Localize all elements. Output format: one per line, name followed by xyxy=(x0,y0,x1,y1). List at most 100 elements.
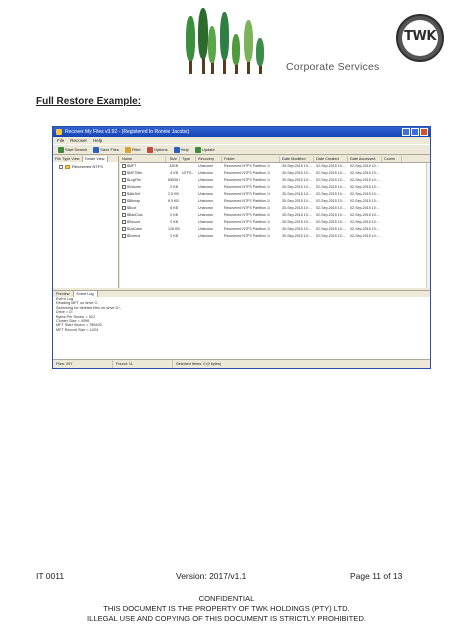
cell-text: 02-Sep-2015 10:... xyxy=(350,185,380,189)
cell-text: $MFT xyxy=(127,164,137,168)
cell-text: 30-Sep-2015 10:... xyxy=(282,178,312,182)
table-cell: Recovered NTFS Partition 1\ xyxy=(222,205,280,212)
toolbar-button-label: Filter xyxy=(131,147,141,152)
toolbar-button-label: Update xyxy=(201,147,215,152)
checkbox-icon xyxy=(122,191,126,196)
menu-recover: Recover xyxy=(70,138,88,143)
cell-text: 4 KB xyxy=(170,171,178,175)
table-cell: NTFS... xyxy=(180,170,196,177)
cell-text: 02-Sep-2015 10:... xyxy=(350,199,380,203)
table-cell: 02-Sep-2015 10:... xyxy=(348,163,382,170)
cell-text: Unknown xyxy=(198,234,213,238)
table-cell: Unknown xyxy=(196,184,222,191)
column-header: Date Modified xyxy=(280,156,314,162)
table-cell: 02-Sep-2015 10:... xyxy=(314,198,348,205)
table-cell: Unknown xyxy=(196,233,222,240)
cell-text: 32KB xyxy=(169,164,178,168)
cell-text: 0 KB xyxy=(170,220,178,224)
status-files: Files: 297 xyxy=(53,360,113,368)
cell-text: Recovered NTFS Partition 1\ xyxy=(224,234,270,238)
toolbar-button-save-files: Save Files xyxy=(91,146,121,154)
save-icon xyxy=(93,146,100,153)
cell-text: 02-Sep-2015 10:... xyxy=(350,171,380,175)
cell-text: 30-Sep-2015 10:... xyxy=(282,199,312,203)
cell-text: Unknown xyxy=(198,213,213,217)
table-cell: 02-Sep-2015 10:... xyxy=(348,170,382,177)
table-cell: 02-Sep-2015 10:... xyxy=(314,212,348,219)
footer-doc-id: IT 0011 xyxy=(36,571,65,581)
column-header: Recovery xyxy=(196,156,222,162)
cell-text: Unknown xyxy=(198,227,213,231)
log-lines: Event Log Reading MFT on drive C: Searchin… xyxy=(53,297,430,332)
cell-text: Recovered NTFS Partition 1\ xyxy=(224,171,270,175)
table-cell: Recovered NTFS Partition 1\ xyxy=(222,177,280,184)
table-cell: 02-Sep-2015 10:... xyxy=(314,163,348,170)
table-cell: $UpCase xyxy=(120,226,166,233)
table-cell: 0 KB xyxy=(166,184,180,191)
update-icon xyxy=(194,146,201,153)
cell-text: Unknown xyxy=(198,199,213,203)
toolbar-button-label: Start Search xyxy=(65,147,88,152)
column-header: Date Accessed xyxy=(348,156,382,162)
cell-text: Recovered NTFS Partition 1\ xyxy=(224,213,270,217)
table-cell: Unknown xyxy=(196,219,222,226)
toolbar-button-label: Options xyxy=(153,147,168,152)
checkbox-icon xyxy=(122,184,126,189)
table-cell: 02-Sep-2015 10:... xyxy=(348,198,382,205)
content-panes: File Type View Folder View Recovered NTF… xyxy=(53,156,430,288)
cell-text: Recovered NTFS Partition 1\ xyxy=(224,164,270,168)
grid-header: Name Size Type Recovery Folder Date Modified D… xyxy=(120,156,430,163)
cell-text: 30-Sep-2015 10:... xyxy=(282,164,312,168)
column-header: Type xyxy=(180,156,196,162)
table-cell: 30-Sep-2015 10:... xyxy=(280,212,314,219)
tab-folder-view: Folder View xyxy=(82,156,108,162)
cell-text: 30-Sep-2015 10:... xyxy=(282,234,312,238)
cell-text: 30-Sep-2015 10:... xyxy=(282,185,312,189)
cell-text: 02-Sep-2015 10:... xyxy=(316,206,346,210)
table-cell: 30-Sep-2015 10:... xyxy=(280,205,314,212)
cell-text: 02-Sep-2015 10:... xyxy=(316,164,346,168)
table-cell xyxy=(180,226,196,233)
tree-item: Recovered NTFS xyxy=(53,164,118,169)
table-cell xyxy=(180,163,196,170)
window-controls xyxy=(402,128,428,136)
table-cell: $Boot xyxy=(120,205,166,212)
filter-icon xyxy=(124,146,131,153)
table-cell: 0 KB xyxy=(166,219,180,226)
checkbox-icon xyxy=(122,205,126,210)
cell-text: 30-Sep-2015 10:... xyxy=(282,206,312,210)
grid-body: $MFT 32KB Unknown Recovered NTFS Partition … xyxy=(120,163,430,240)
cell-text: Unknown xyxy=(198,185,213,189)
table-cell: $Volume xyxy=(120,184,166,191)
cell-text: Unknown xyxy=(198,178,213,182)
menu-bar: File Recover Help xyxy=(53,137,430,144)
cell-text: $Extend xyxy=(127,234,141,238)
minimize-icon xyxy=(402,128,410,136)
table-cell: 30-Sep-2015 10:... xyxy=(280,198,314,205)
app-icon xyxy=(56,129,62,135)
tree-icon xyxy=(208,26,216,74)
window-titlebar: Recover My Files v3.92 - (Registered to … xyxy=(53,127,430,137)
table-cell: 6.5 KB xyxy=(166,198,180,205)
footer-prohibited-line: ILLEGAL USE AND COPYING OF THIS DOCUMENT… xyxy=(87,614,366,623)
vertical-scrollbar xyxy=(426,163,430,288)
table-cell: 02-Sep-2015 10:... xyxy=(348,219,382,226)
table-cell: Recovered NTFS Partition 1\ xyxy=(222,184,280,191)
checkbox-icon xyxy=(122,212,126,217)
cell-text: 8 KB xyxy=(170,206,178,210)
cell-text: 02-Sep-2015 10:... xyxy=(316,171,346,175)
cell-text: 02-Sep-2015 10:... xyxy=(350,192,380,196)
table-cell: 0 KB xyxy=(166,233,180,240)
toolbar: Start Search Save Files Filter Options Help U… xyxy=(53,144,430,155)
cell-text: $Volume xyxy=(127,185,141,189)
toolbar-button-label: Help xyxy=(180,147,189,152)
cell-text: Recovered NTFS Partition 1\ xyxy=(224,206,270,210)
cell-text: Unknown xyxy=(198,206,213,210)
column-header: Date Created xyxy=(314,156,348,162)
cell-text: 128 KB xyxy=(168,227,180,231)
table-cell xyxy=(180,198,196,205)
footer-version: Version: 2017/v1.1 xyxy=(176,571,247,581)
table-cell: 02-Sep-2015 10:... xyxy=(314,205,348,212)
table-cell: Recovered NTFS Partition 1\ xyxy=(222,212,280,219)
tab-event-log: Event Log xyxy=(73,291,98,297)
